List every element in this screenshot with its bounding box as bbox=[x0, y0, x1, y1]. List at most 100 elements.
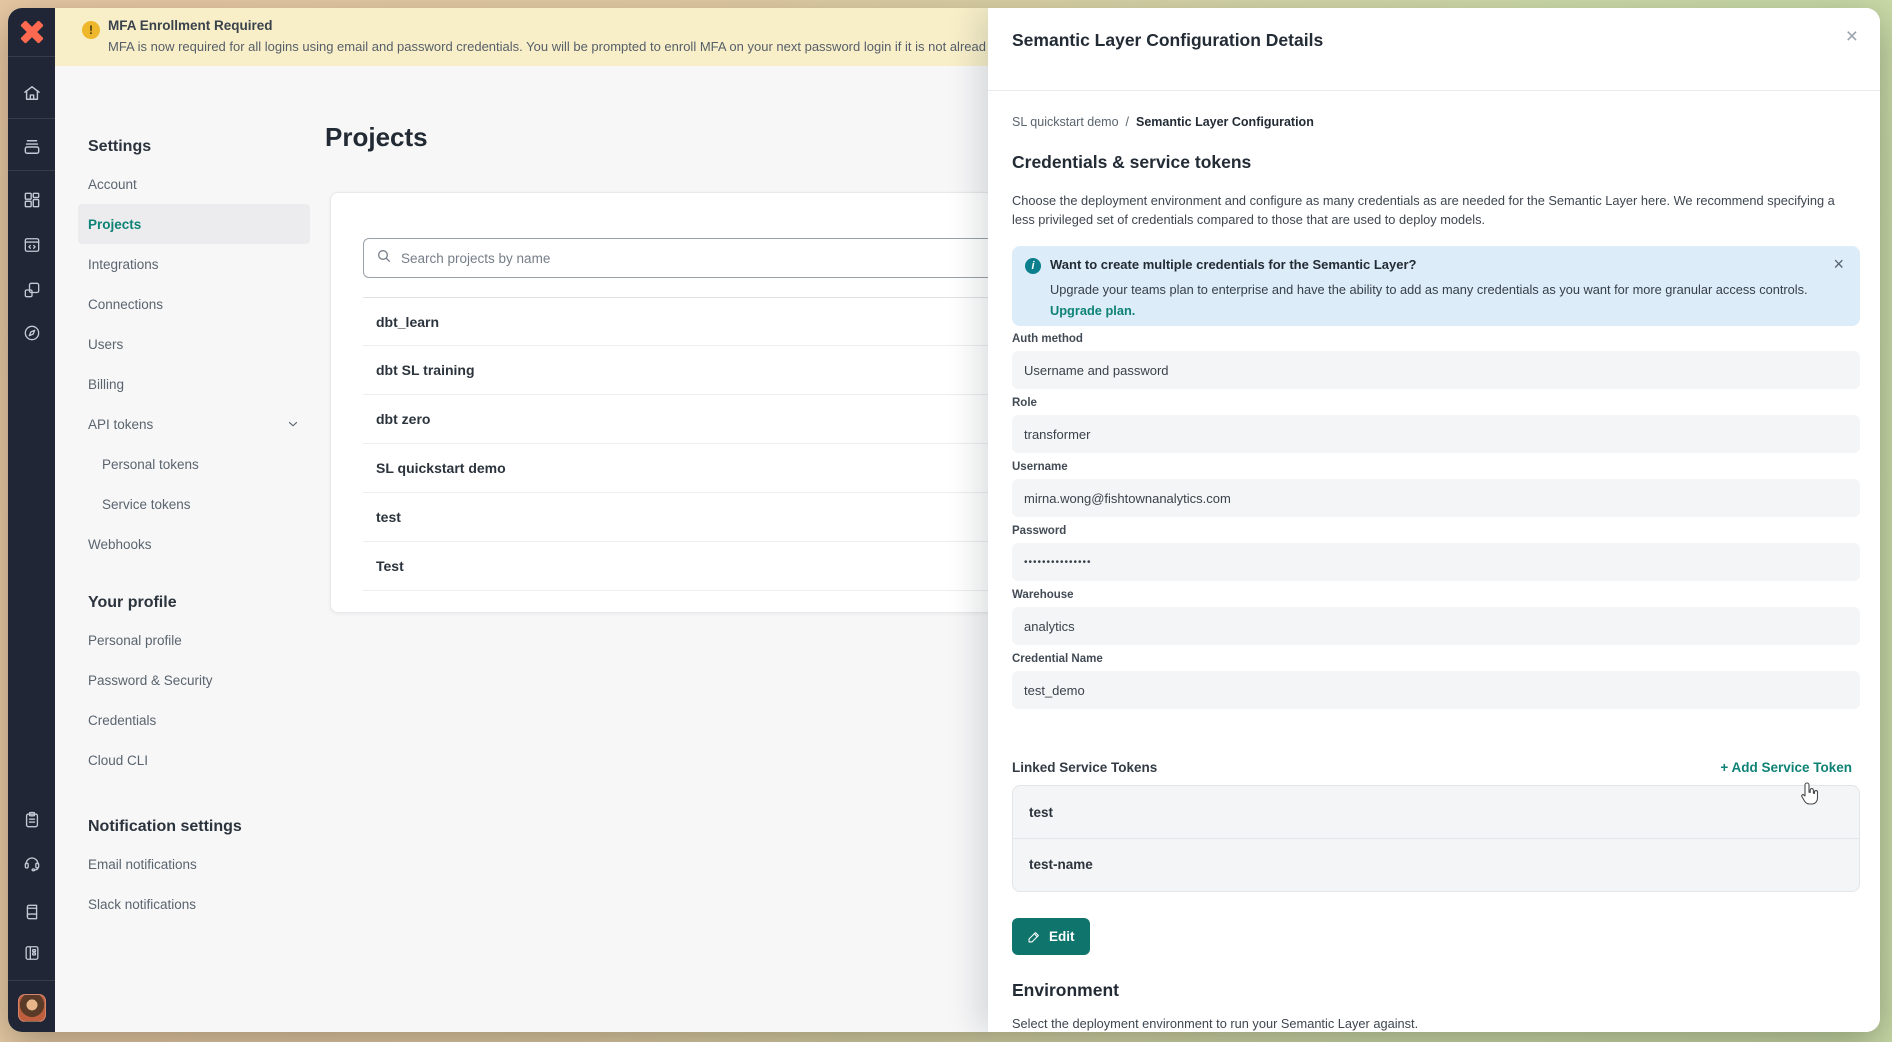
sidebar-item-personal-tokens[interactable]: Personal tokens bbox=[78, 444, 310, 484]
role-field: transformer bbox=[1012, 415, 1860, 453]
project-row[interactable]: dbt zero bbox=[363, 395, 1089, 444]
breadcrumb-parent[interactable]: SL quickstart demo bbox=[1012, 115, 1119, 129]
sidebar-item-email-notifications[interactable]: Email notifications bbox=[78, 844, 310, 884]
field-label: Credential Name bbox=[1012, 653, 1860, 669]
info-banner-message: Upgrade your teams plan to enterprise an… bbox=[1050, 282, 1808, 297]
info-icon: i bbox=[1025, 258, 1041, 274]
username-field: mirna.wong@fishtownanalytics.com bbox=[1012, 479, 1860, 517]
linked-tokens-list: test test-name bbox=[1012, 785, 1860, 892]
home-icon bbox=[22, 83, 42, 103]
search-input[interactable] bbox=[401, 251, 1010, 266]
semantic-layer-panel: Semantic Layer Configuration Details × S… bbox=[988, 8, 1880, 1032]
credential-name-field: test_demo bbox=[1012, 671, 1860, 709]
sidebar-changelog[interactable] bbox=[8, 800, 55, 840]
sidebar-item-projects[interactable]: Projects bbox=[78, 204, 310, 244]
headset-icon bbox=[22, 853, 42, 873]
chevron-down-icon bbox=[286, 417, 300, 431]
field-label: Password bbox=[1012, 525, 1860, 541]
credentials-form: Auth method Username and password Role t… bbox=[1012, 333, 1860, 717]
breadcrumb: SL quickstart demo / Semantic Layer Conf… bbox=[1012, 115, 1314, 129]
field-label: Username bbox=[1012, 461, 1860, 477]
clipboard-icon bbox=[22, 810, 42, 830]
sidebar-apps[interactable] bbox=[8, 933, 55, 973]
upgrade-plan-link[interactable]: Upgrade plan. bbox=[1050, 303, 1135, 318]
sidebar-item-personal-profile[interactable]: Personal profile bbox=[78, 620, 310, 660]
sidebar-item-connections[interactable]: Connections bbox=[78, 284, 310, 324]
sidebar-orchestration[interactable] bbox=[8, 270, 55, 310]
desktop-background: ! MFA Enrollment Required MFA is now req… bbox=[0, 0, 1892, 1042]
section-description: Choose the deployment environment and co… bbox=[1012, 191, 1846, 229]
auth-method-field: Username and password bbox=[1012, 351, 1860, 389]
close-icon[interactable]: × bbox=[1846, 26, 1858, 47]
panel-title: Semantic Layer Configuration Details bbox=[1012, 30, 1323, 51]
field-password: Password ••••••••••••••• bbox=[1012, 525, 1860, 581]
mfa-banner-message: MFA is now required for all logins using… bbox=[108, 39, 986, 54]
sidebar-item-cloud-cli[interactable]: Cloud CLI bbox=[78, 740, 310, 780]
mfa-banner-title: MFA Enrollment Required bbox=[108, 18, 273, 33]
project-row[interactable]: Test bbox=[363, 542, 1089, 591]
field-warehouse: Warehouse analytics bbox=[1012, 589, 1860, 645]
sidebar-item-credentials[interactable]: Credentials bbox=[78, 700, 310, 740]
field-label: Role bbox=[1012, 397, 1860, 413]
pencil-icon bbox=[1027, 930, 1041, 944]
field-label: Warehouse bbox=[1012, 589, 1860, 605]
project-row[interactable]: test bbox=[363, 493, 1089, 542]
sidebar-support[interactable] bbox=[8, 843, 55, 883]
sidebar-item-users[interactable]: Users bbox=[78, 324, 310, 364]
upgrade-info-banner: i Want to create multiple credentials fo… bbox=[1012, 246, 1860, 326]
field-credential-name: Credential Name test_demo bbox=[1012, 653, 1860, 709]
sidebar-develop[interactable] bbox=[8, 225, 55, 265]
token-row[interactable]: test-name bbox=[1013, 838, 1859, 890]
sidebar-item-webhooks[interactable]: Webhooks bbox=[78, 524, 310, 564]
sidebar-divider bbox=[8, 170, 55, 171]
sidebar-deploy[interactable] bbox=[8, 127, 55, 167]
field-role: Role transformer bbox=[1012, 397, 1860, 453]
dbt-logo[interactable] bbox=[8, 8, 55, 56]
overlapping-squares-icon bbox=[22, 280, 42, 300]
stack-icon bbox=[22, 137, 42, 157]
user-avatar[interactable] bbox=[18, 994, 46, 1022]
sidebar-item-slack-notifications[interactable]: Slack notifications bbox=[78, 884, 310, 924]
sidebar-item-account[interactable]: Account bbox=[78, 164, 310, 204]
project-row[interactable]: dbt_learn bbox=[363, 297, 1089, 346]
project-search bbox=[363, 238, 1023, 278]
edit-button-label: Edit bbox=[1049, 929, 1075, 944]
breadcrumb-separator: / bbox=[1126, 115, 1129, 129]
linked-tokens-header: Linked Service Tokens + Add Service Toke… bbox=[1012, 756, 1852, 778]
sidebar-item-password-security[interactable]: Password & Security bbox=[78, 660, 310, 700]
password-field: ••••••••••••••• bbox=[1012, 543, 1860, 581]
projects-card: dbt_learn dbt SL training dbt zero SL qu… bbox=[330, 192, 1090, 613]
project-row[interactable]: SL quickstart demo bbox=[363, 444, 1089, 493]
panel-icon bbox=[22, 943, 42, 963]
code-window-icon bbox=[22, 235, 42, 255]
field-username: Username mirna.wong@fishtownanalytics.co… bbox=[1012, 461, 1860, 517]
grid-icon bbox=[22, 190, 42, 210]
warning-icon: ! bbox=[82, 21, 100, 39]
project-row[interactable]: dbt SL training bbox=[363, 346, 1089, 395]
token-row[interactable]: test bbox=[1013, 786, 1859, 838]
sidebar-explore[interactable] bbox=[8, 313, 55, 353]
sidebar-divider bbox=[8, 56, 55, 57]
sidebar-item-billing[interactable]: Billing bbox=[78, 364, 310, 404]
app-window: ! MFA Enrollment Required MFA is now req… bbox=[8, 8, 1880, 1032]
book-icon bbox=[22, 902, 42, 922]
info-banner-title: Want to create multiple credentials for … bbox=[1050, 257, 1417, 272]
sidebar-dashboard[interactable] bbox=[8, 180, 55, 220]
your-profile-heading: Your profile bbox=[78, 586, 310, 620]
sidebar-item-integrations[interactable]: Integrations bbox=[78, 244, 310, 284]
settings-nav-heading: Settings bbox=[78, 130, 310, 164]
panel-header-divider bbox=[988, 90, 1880, 91]
linked-tokens-heading: Linked Service Tokens bbox=[1012, 760, 1157, 775]
sidebar-docs[interactable] bbox=[8, 892, 55, 932]
add-service-token-button[interactable]: + Add Service Token bbox=[1720, 760, 1852, 775]
environment-heading: Environment bbox=[1012, 980, 1119, 1001]
sidebar-home[interactable] bbox=[8, 73, 55, 113]
sidebar-divider bbox=[8, 118, 55, 119]
sidebar-divider bbox=[8, 980, 55, 981]
settings-nav: Settings Account Projects Integrations C… bbox=[78, 130, 310, 924]
close-icon[interactable]: × bbox=[1833, 254, 1844, 275]
edit-button[interactable]: Edit bbox=[1012, 918, 1090, 955]
sidebar-item-api-tokens[interactable]: API tokens bbox=[78, 404, 310, 444]
sidebar-item-service-tokens[interactable]: Service tokens bbox=[78, 484, 310, 524]
page-title: Projects bbox=[325, 122, 428, 153]
